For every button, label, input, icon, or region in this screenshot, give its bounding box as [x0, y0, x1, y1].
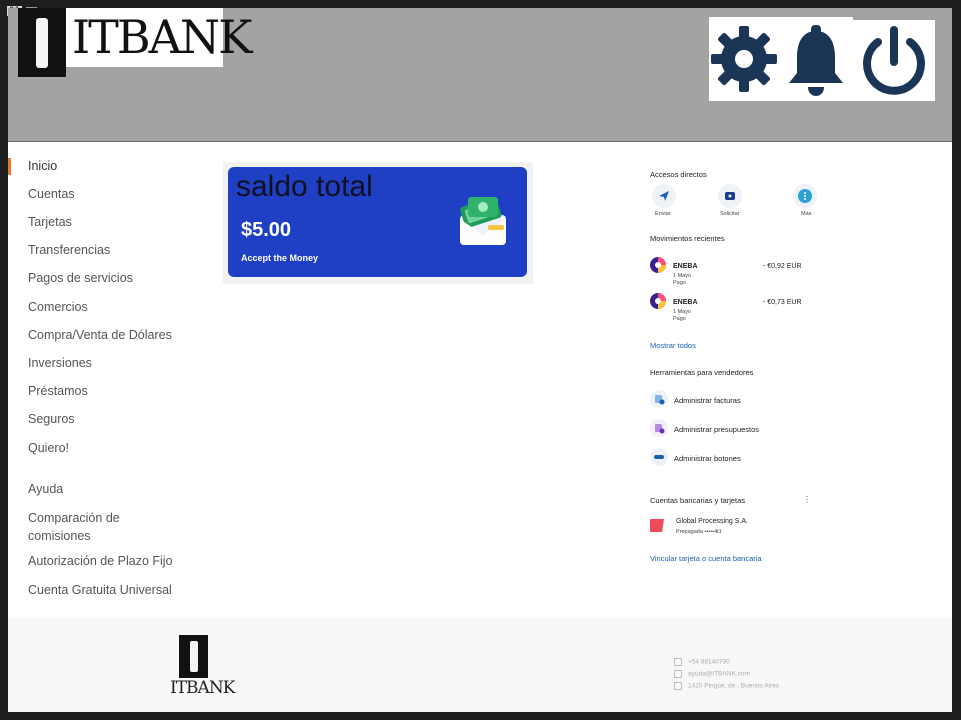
bank-accounts-title: Cuentas bancarias y tarjetas [650, 496, 746, 505]
logout-button[interactable] [853, 20, 935, 101]
notifications-button[interactable] [779, 17, 853, 101]
balance-title: saldo total [236, 170, 373, 203]
card-name: Global Processing S.A. [676, 518, 748, 525]
send-label: Enviar [655, 211, 671, 217]
footer-address-text: 1420 Pingüe, de , Buenos Aires [688, 682, 780, 690]
recent-movements-title: Movimientos recientes [650, 234, 725, 243]
sidebar-item-transferencias[interactable]: Transferencias [28, 242, 110, 259]
seller-tool-label: Administrar facturas [674, 396, 741, 405]
footer-email[interactable]: ayuda@ITBANK.com [674, 670, 750, 678]
transaction-date: 1 Mayo [673, 309, 692, 315]
seller-tool-label: Administrar presupuestos [674, 425, 760, 434]
merchant-name: ENEBA [673, 263, 698, 270]
sidebar-item-pagos-de-servicios[interactable]: Pagos de servicios [28, 270, 133, 287]
more-icon [798, 189, 812, 203]
request-icon [725, 192, 735, 200]
card-detail: Prepagada •••••4t1 [676, 529, 722, 535]
buttons-icon [650, 448, 668, 466]
brand-name: ITBANK [72, 10, 252, 64]
bank-card-item[interactable]: Global Processing S.A. Prepagada •••••4t… [650, 516, 810, 538]
money-envelope-icon [460, 196, 506, 245]
request-label: Solicitar [720, 211, 740, 217]
email-icon [674, 670, 682, 678]
seller-tool-item[interactable]: Administrar presupuestos [650, 419, 810, 439]
list-item[interactable]: ENEBA 1 Mayo Pago - €0,92 EUR [650, 255, 810, 286]
sidebar-item-quiero[interactable]: Quiero! [28, 440, 69, 457]
active-indicator [8, 158, 11, 175]
more-label: Más [801, 211, 812, 217]
transaction-amount: - €0,92 EUR [763, 263, 802, 270]
power-icon [863, 26, 925, 95]
sidebar-nav: Inicio Cuentas Tarjetas Transferencias P… [8, 142, 194, 618]
balance-card[interactable]: saldo total $5.00 Accept the Money [228, 167, 527, 277]
sidebar-item-tarjetas[interactable]: Tarjetas [28, 214, 72, 231]
footer-logo-mark-icon [179, 635, 208, 678]
top-header: ITBANK [8, 8, 952, 142]
transaction-amount: - €0,73 EUR [763, 299, 802, 306]
transaction-type: Pago [673, 280, 686, 286]
sidebar-item-compra-venta-dolares[interactable]: Compra/Venta de Dólares [28, 327, 172, 344]
balance-card-container: saldo total $5.00 Accept the Money [223, 162, 533, 284]
seller-tool-label: Administrar botones [674, 454, 741, 463]
sidebar-item-cuenta-gratuita[interactable]: Cuenta Gratuita Universal [28, 582, 172, 599]
location-pin-icon [674, 682, 682, 690]
card-thumbnail-icon [650, 519, 670, 532]
sidebar-item-plazo-fijo[interactable]: Autorización de Plazo Fijo [28, 553, 173, 570]
app-frame: ITBANK Inicio Cuentas Tarjetas Transfere… [8, 8, 952, 712]
merchant-name: ENEBA [673, 299, 698, 306]
gear-icon [711, 26, 777, 92]
footer-address: 1420 Pingüe, de , Buenos Aires [674, 682, 779, 690]
send-button[interactable] [652, 184, 676, 208]
footer-phone-text: +54 88140790 [688, 658, 730, 666]
balance-amount: $5.00 [241, 219, 292, 241]
sidebar-item-cuentas[interactable]: Cuentas [28, 186, 75, 203]
request-button[interactable] [718, 184, 742, 208]
logo-mark-icon [18, 8, 66, 77]
quick-access-title: Accesos directos [650, 170, 707, 179]
brand-logo[interactable]: ITBANK [18, 8, 252, 77]
phone-icon [674, 658, 682, 666]
more-button[interactable] [793, 184, 817, 208]
invoice-icon [650, 390, 668, 408]
footer-brand-name: ITBANK [170, 678, 235, 698]
sidebar-item-ayuda[interactable]: Ayuda [28, 481, 63, 498]
seller-tool-item[interactable]: Administrar facturas [650, 390, 810, 410]
link-card-link[interactable]: Vincular tarjeta o cuenta bancaria [650, 554, 762, 563]
footer-email-text: ayuda@ITBANK.com [688, 670, 750, 678]
send-icon [659, 191, 669, 201]
footer: ITBANK +54 88140790 ayuda@ITBANK.com 142… [8, 618, 952, 712]
merchant-logo-icon [650, 257, 666, 273]
footer-phone: +54 88140790 [674, 658, 730, 666]
transaction-date: 1 Mayo [673, 273, 692, 279]
estimate-icon [650, 419, 668, 437]
sidebar-item-comparacion-comisiones[interactable]: Comparación de comisiones [28, 509, 168, 545]
bell-icon [789, 25, 843, 96]
show-all-link[interactable]: Mostrar todos [650, 341, 696, 350]
sidebar-item-comercios[interactable]: Comercios [28, 299, 88, 316]
sidebar-item-prestamos[interactable]: Préstamos [28, 383, 88, 400]
merchant-logo-icon [650, 293, 666, 309]
transaction-type: Pago [673, 316, 686, 322]
accept-money-link[interactable]: Accept the Money [241, 253, 318, 263]
sidebar-item-seguros[interactable]: Seguros [28, 411, 75, 428]
seller-tools-title: Herramientas para vendedores [650, 368, 754, 377]
sidebar-item-inicio[interactable]: Inicio [28, 158, 57, 175]
list-item[interactable]: ENEBA 1 Mayo Pago - €0,73 EUR [650, 291, 810, 322]
kebab-menu-icon[interactable]: ⋮ [803, 495, 811, 504]
seller-tool-item[interactable]: Administrar botones [650, 448, 810, 468]
settings-button[interactable] [709, 17, 779, 101]
sidebar-item-inversiones[interactable]: Inversiones [28, 355, 92, 372]
